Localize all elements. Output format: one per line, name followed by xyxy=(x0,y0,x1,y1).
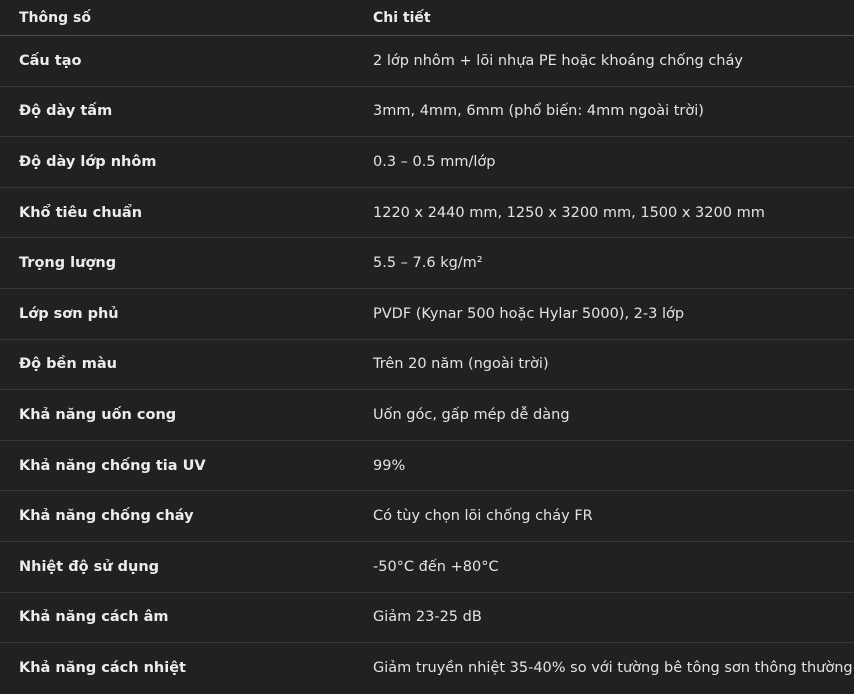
table-row: Khả năng chống tia UV 99% xyxy=(0,441,854,492)
table-row: Độ bền màu Trên 20 năm (ngoài trời) xyxy=(0,340,854,391)
row-detail: Trên 20 năm (ngoài trời) xyxy=(373,356,549,373)
table-body: Cấu tạo 2 lớp nhôm + lõi nhựa PE hoặc kho… xyxy=(0,36,854,694)
table-row: Nhiệt độ sử dụng -50°C đến +80°C xyxy=(0,542,854,593)
table-row: Khả năng uốn cong Uốn góc, gấp mép dễ dàn… xyxy=(0,390,854,441)
row-param: Độ dày lớp nhôm xyxy=(19,153,157,170)
row-detail: Giảm truyền nhiệt 35-40% so với tường bê… xyxy=(373,660,853,677)
table-row: Cấu tạo 2 lớp nhôm + lõi nhựa PE hoặc kho… xyxy=(0,36,854,87)
row-param: Cấu tạo xyxy=(19,52,82,69)
table-row: Trọng lượng 5.5 – 7.6 kg/m² xyxy=(0,238,854,289)
table-header: Thông số Chi tiết xyxy=(0,0,854,36)
table-row: Lớp sơn phủ PVDF (Kynar 500 hoặc Hylar 50… xyxy=(0,289,854,340)
row-detail: Có tùy chọn lõi chống cháy FR xyxy=(373,508,593,525)
row-param: Khả năng uốn cong xyxy=(19,406,177,423)
row-detail: PVDF (Kynar 500 hoặc Hylar 5000), 2-3 lớ… xyxy=(373,305,685,322)
row-param: Khả năng cách âm xyxy=(19,609,169,626)
row-param: Khả năng chống tia UV xyxy=(19,457,206,474)
row-param: Khả năng cách nhiệt xyxy=(19,660,186,677)
row-param: Lớp sơn phủ xyxy=(19,305,119,322)
table-row: Độ dày tấm 3mm, 4mm, 6mm (phổ biến: 4mm n… xyxy=(0,87,854,138)
row-param: Trọng lượng xyxy=(19,255,117,272)
row-detail: 99% xyxy=(373,457,406,474)
table-row: Khả năng cách nhiệt Giảm truyền nhiệt 35-… xyxy=(0,643,854,694)
table-row: Khổ tiêu chuẩn 1220 x 2440 mm, 1250 x 320… xyxy=(0,188,854,239)
row-detail: Uốn góc, gấp mép dễ dàng xyxy=(373,406,570,423)
row-param: Độ dày tấm xyxy=(19,103,113,120)
row-detail: 1220 x 2440 mm, 1250 x 3200 mm, 1500 x 3… xyxy=(373,204,765,221)
row-param: Nhiệt độ sử dụng xyxy=(19,558,160,575)
spec-table: Thông số Chi tiết Cấu tạo 2 lớp nhôm + lõ… xyxy=(0,0,854,694)
row-detail: -50°C đến +80°C xyxy=(373,558,499,575)
row-detail: 5.5 – 7.6 kg/m² xyxy=(373,255,483,272)
row-detail: 2 lớp nhôm + lõi nhựa PE hoặc khoáng chố… xyxy=(373,52,743,69)
row-param: Độ bền màu xyxy=(19,356,117,373)
table-row: Khả năng cách âm Giảm 23-25 dB xyxy=(0,593,854,644)
row-param: Khổ tiêu chuẩn xyxy=(19,204,143,221)
row-detail: 0.3 – 0.5 mm/lớp xyxy=(373,153,496,170)
row-detail: 3mm, 4mm, 6mm (phổ biến: 4mm ngoài trời) xyxy=(373,103,704,120)
header-param: Thông số xyxy=(19,9,91,26)
row-param: Khả năng chống cháy xyxy=(19,508,194,525)
table-row: Độ dày lớp nhôm 0.3 – 0.5 mm/lớp xyxy=(0,137,854,188)
row-detail: Giảm 23-25 dB xyxy=(373,609,482,626)
header-detail: Chi tiết xyxy=(373,9,431,26)
table-row: Khả năng chống cháy Có tùy chọn lõi chống… xyxy=(0,491,854,542)
